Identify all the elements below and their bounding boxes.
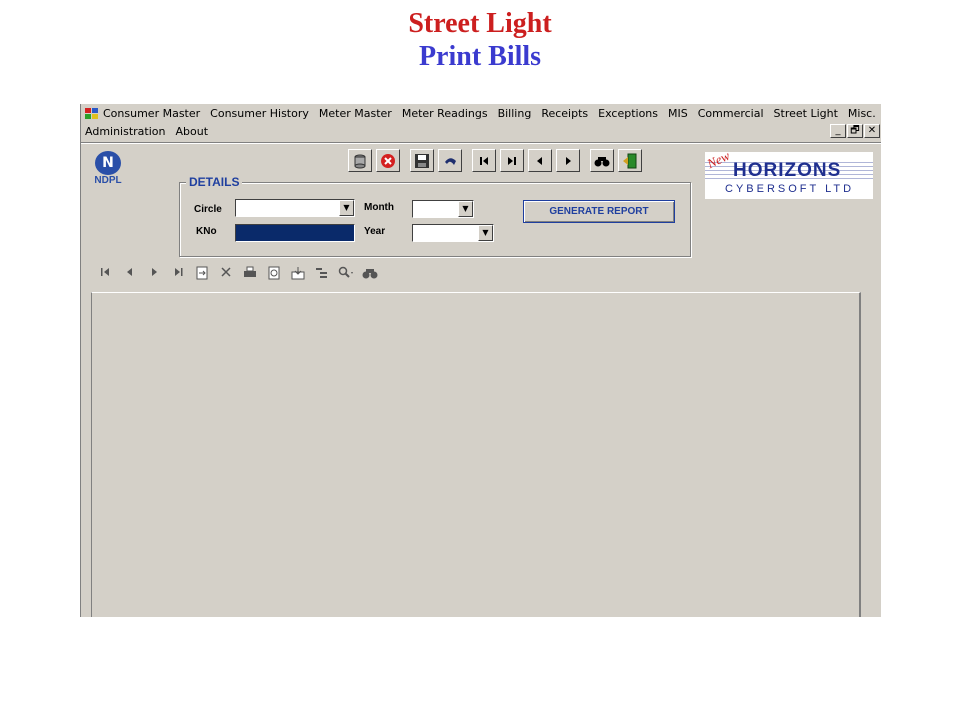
prev-page-icon[interactable] (121, 266, 139, 284)
menu-billing[interactable]: Billing (498, 107, 538, 121)
next-icon[interactable] (556, 149, 580, 172)
chevron-down-icon[interactable]: ▼ (478, 225, 493, 241)
last-page-icon[interactable] (169, 266, 187, 284)
cancel-icon[interactable] (376, 149, 400, 172)
exit-icon[interactable] (618, 149, 642, 172)
ndpl-emblem-icon: N (95, 151, 121, 175)
year-select[interactable]: ▼ (412, 224, 494, 242)
circle-label: Circle (194, 204, 222, 215)
export-icon[interactable] (289, 266, 307, 284)
last-icon[interactable] (500, 149, 524, 172)
menu-divider-highlight (81, 143, 881, 144)
menu-about[interactable]: About (176, 125, 215, 139)
kno-label: KNo (196, 226, 217, 237)
menu-meter-master[interactable]: Meter Master (319, 107, 398, 121)
search-text-icon[interactable] (361, 266, 379, 284)
menu-bar: Consumer Master Consumer History Meter M… (81, 104, 881, 142)
close-button[interactable]: ✕ (864, 124, 880, 138)
find-icon[interactable] (590, 149, 614, 172)
chevron-down-icon[interactable]: ▼ (458, 201, 473, 217)
menu-misc[interactable]: Misc. (848, 107, 881, 121)
window-controls: _ 🗗 ✕ (829, 124, 880, 138)
page-subtitle: Print Bills (418, 41, 542, 72)
menu-consumer-master[interactable]: Consumer Master (103, 107, 206, 121)
horizons-logo-subtext: CYBERSOFT LTD (725, 183, 855, 195)
month-select[interactable]: ▼ (412, 200, 474, 218)
group-tree-icon[interactable] (313, 266, 331, 284)
month-label: Month (364, 202, 394, 213)
undo-icon[interactable] (438, 149, 462, 172)
goto-page-icon[interactable] (193, 266, 211, 284)
report-viewer-panel[interactable] (91, 292, 861, 617)
ndpl-logo: N NDPL (89, 151, 127, 189)
horizons-logo: New HORIZONS CYBERSOFT LTD (705, 148, 873, 199)
kno-input[interactable] (235, 224, 355, 242)
first-icon[interactable] (472, 149, 496, 172)
print-icon[interactable] (241, 266, 259, 284)
app-menu-icon[interactable] (85, 108, 99, 120)
ndpl-logo-text: NDPL (94, 175, 122, 186)
first-page-icon[interactable] (97, 266, 115, 284)
menu-exceptions[interactable]: Exceptions (598, 107, 664, 121)
save-icon[interactable] (410, 149, 434, 172)
prev-icon[interactable] (528, 149, 552, 172)
restore-button[interactable]: 🗗 (847, 124, 863, 138)
year-label: Year (364, 226, 386, 237)
main-toolbar (348, 149, 646, 172)
menu-administration[interactable]: Administration (85, 125, 172, 139)
next-page-icon[interactable] (145, 266, 163, 284)
menu-commercial[interactable]: Commercial (698, 107, 770, 121)
menu-mis[interactable]: MIS (668, 107, 694, 121)
refresh-icon[interactable] (265, 266, 283, 284)
details-legend: DETAILS (186, 175, 243, 189)
page-title: Street Light (408, 8, 552, 39)
stop-icon[interactable] (217, 266, 235, 284)
horizons-logo-text: HORIZONS (733, 160, 842, 181)
circle-select[interactable]: ▼ (235, 199, 355, 217)
minimize-button[interactable]: _ (830, 124, 846, 138)
application-window: Consumer Master Consumer History Meter M… (80, 104, 881, 617)
chevron-down-icon[interactable]: ▼ (339, 200, 354, 216)
menu-street-light[interactable]: Street Light (774, 107, 844, 121)
menu-receipts[interactable]: Receipts (541, 107, 594, 121)
report-toolbar (97, 266, 385, 284)
database-icon[interactable] (348, 149, 372, 172)
menu-consumer-history[interactable]: Consumer History (210, 107, 315, 121)
menu-meter-readings[interactable]: Meter Readings (402, 107, 494, 121)
generate-report-button[interactable]: GENERATE REPORT (523, 200, 675, 223)
zoom-icon[interactable] (337, 266, 355, 284)
